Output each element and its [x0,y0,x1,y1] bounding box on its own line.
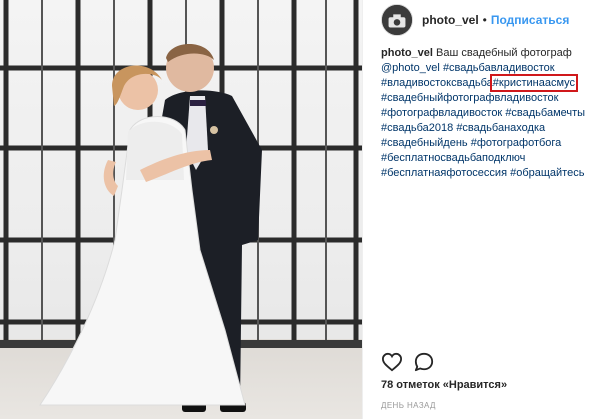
post-header: photo_vel • Подписаться [363,0,612,40]
hashtag[interactable]: #владивостоксвадьба [381,77,493,89]
separator-dot: • [482,13,487,27]
hashtag[interactable]: #бесплатнаяфотосессия [381,167,507,179]
caption-text: Ваш свадебный фотограф [436,47,572,59]
post-photo[interactable] [0,0,362,419]
comment-icon[interactable] [413,352,435,372]
camera-icon [382,5,412,35]
wedding-couple-image [0,0,362,412]
hashtag-highlighted[interactable]: #кристинаасмус [489,74,579,92]
hashtag[interactable]: #фотографвладивосток [381,107,502,119]
hashtag[interactable]: #свадьбавладивосток [443,62,555,74]
avatar[interactable] [381,4,413,36]
hashtag[interactable]: #свадьба2018 [381,122,453,134]
hashtag[interactable]: #бесплатносвадьбаподключ [381,152,525,164]
likes-count[interactable]: 78 отметок «Нравится» [381,379,507,391]
post-timestamp[interactable]: ДЕНЬ НАЗАД [381,401,436,410]
caption: photo_vel Ваш свадебный фотограф @photo_… [381,46,609,181]
caption-mention[interactable]: @photo_vel [381,62,440,74]
hashtag[interactable]: #свадьбанаходка [456,122,545,134]
post-sidebar: photo_vel • Подписаться photo_vel Ваш св… [362,0,612,419]
follow-button[interactable]: Подписаться [491,13,569,27]
hashtag[interactable]: #обращайтесь [510,167,584,179]
hashtag[interactable]: #свадьбамечты [505,107,585,119]
hashtag[interactable]: #фотографотбога [471,137,562,149]
caption-username[interactable]: photo_vel [381,47,433,59]
hashtag[interactable]: #свадебныйфотографвладивосток [381,92,558,104]
hashtag[interactable]: #свадебныйдень [381,137,468,149]
heart-icon[interactable] [381,352,403,372]
post-actions [381,352,445,372]
username-link[interactable]: photo_vel [422,13,479,27]
